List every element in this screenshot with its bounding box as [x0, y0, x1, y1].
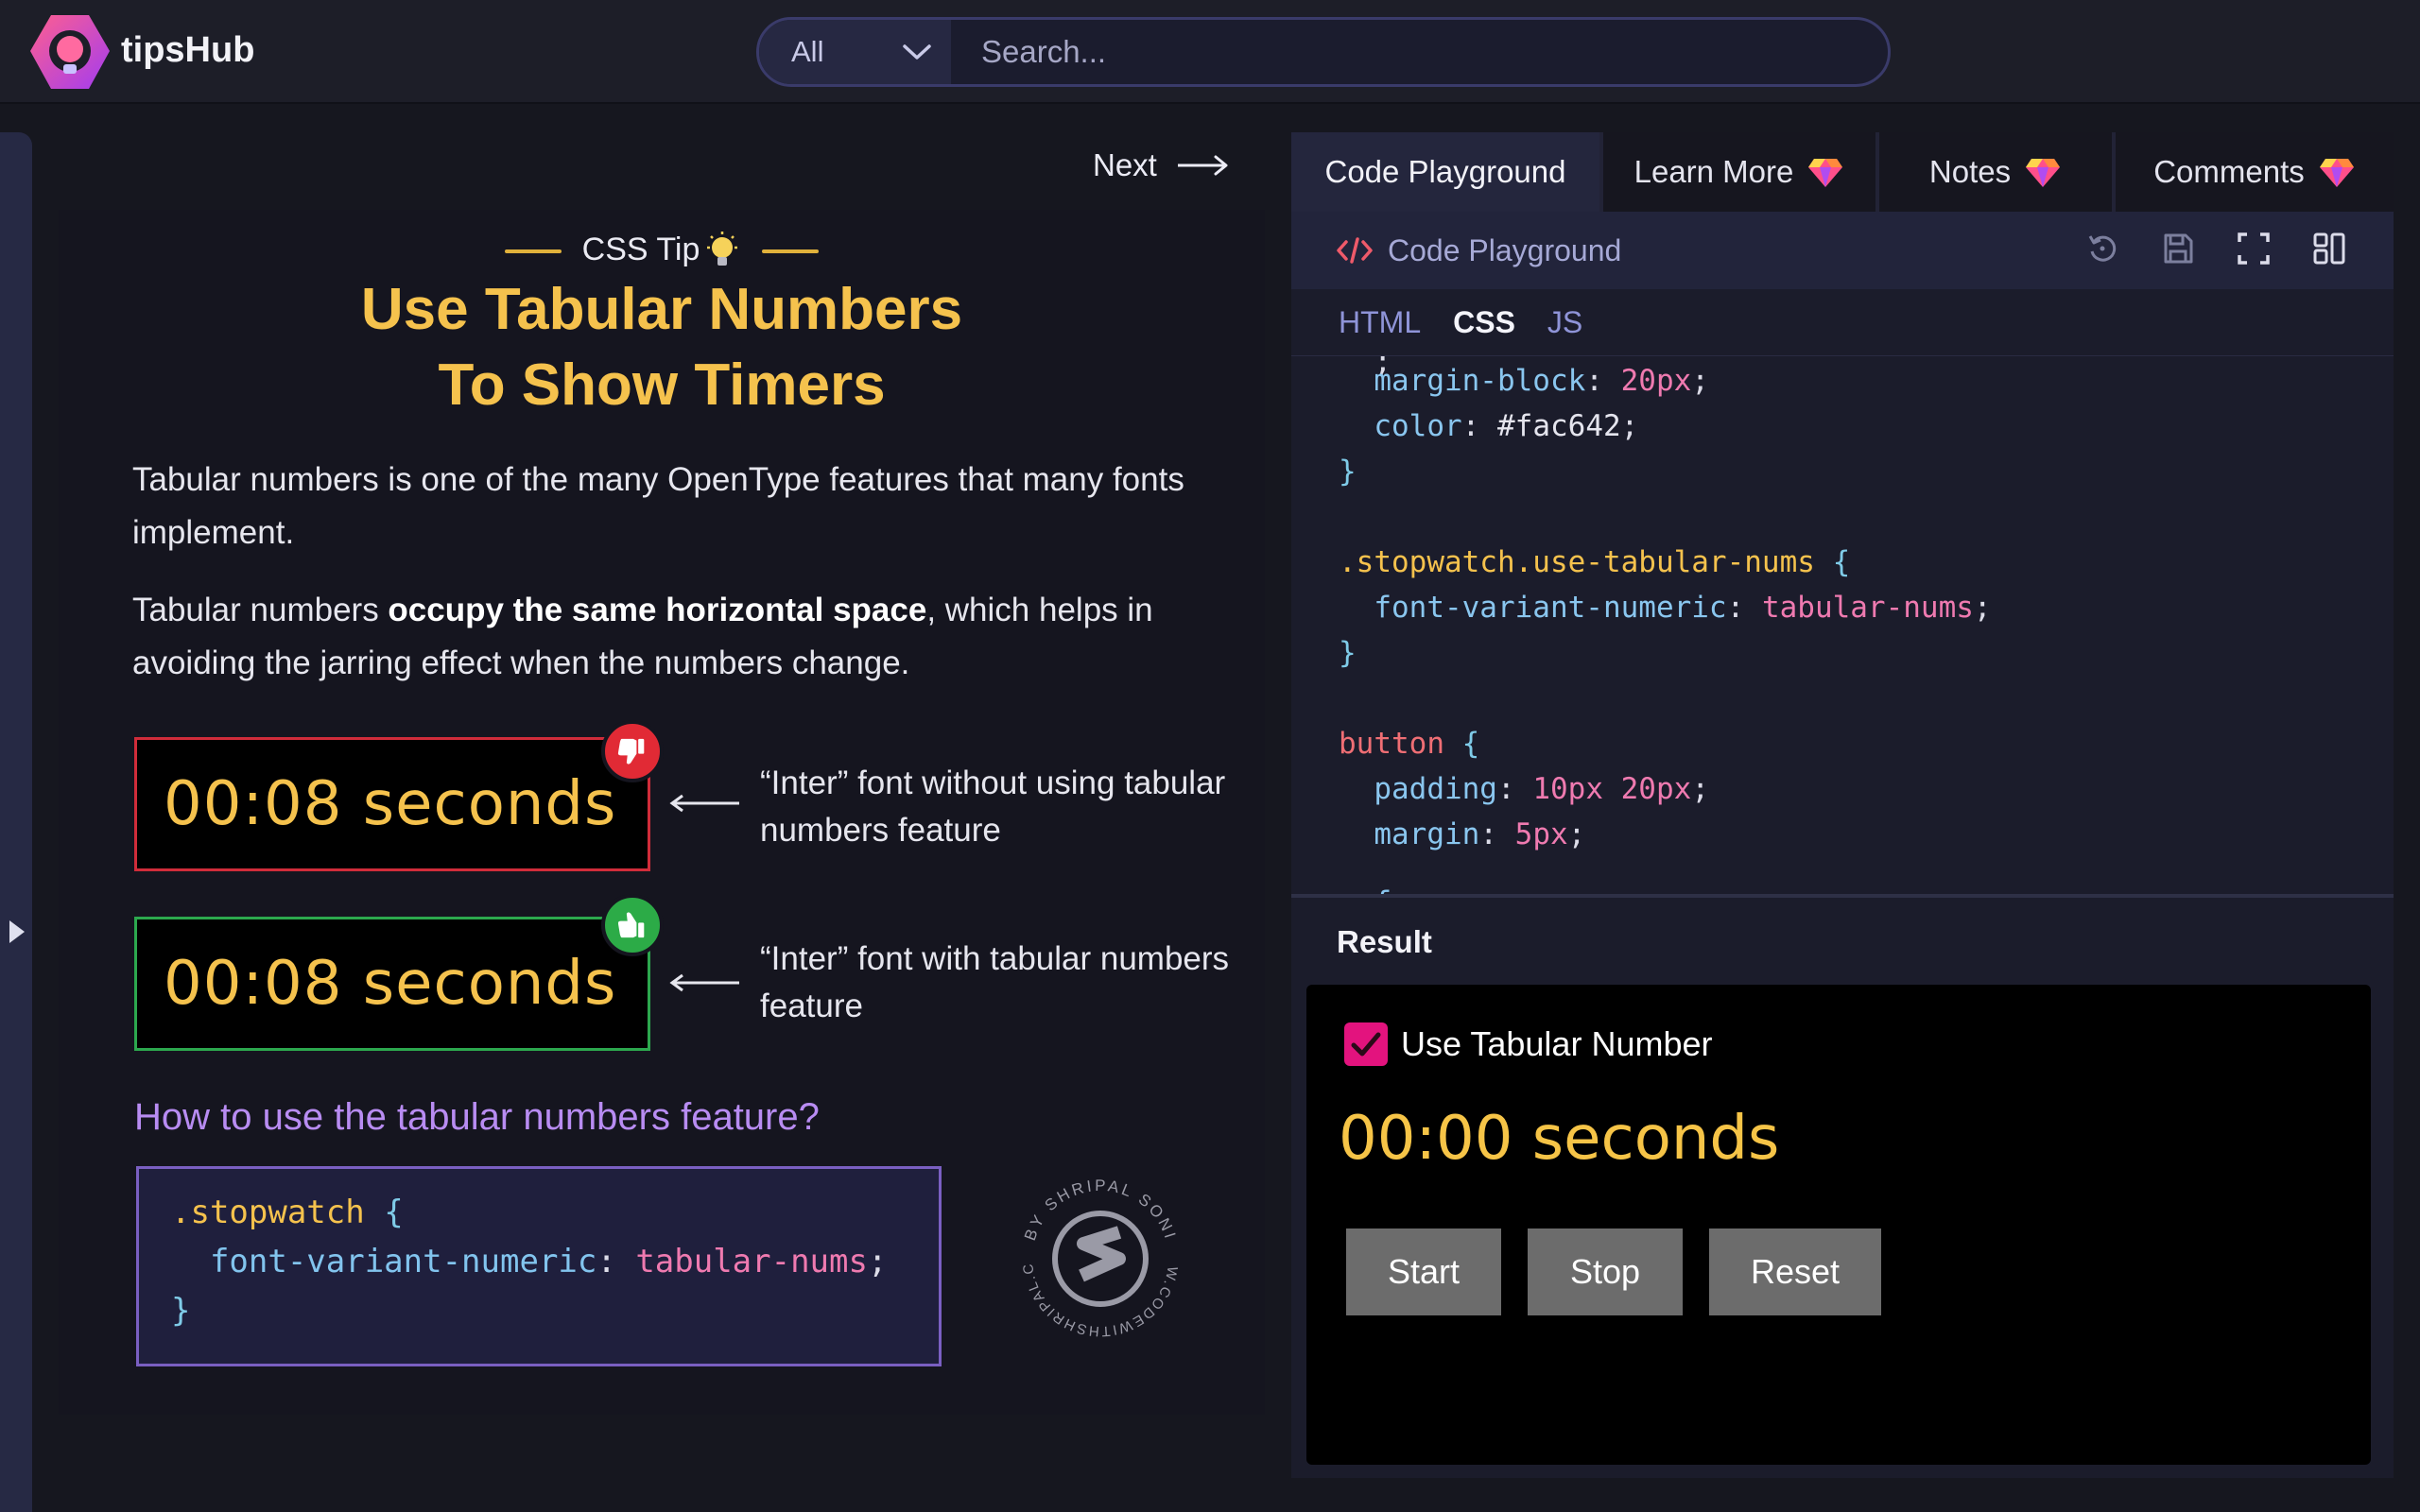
code-line: f	[1339, 880, 1392, 894]
tab-notes[interactable]: Notes	[1879, 132, 2116, 212]
stopwatch-display: 00:00 seconds	[1339, 1104, 1780, 1174]
language-tabs: HTML CSS JS	[1291, 289, 2394, 355]
side-panel: Code Playground Learn More Notes Comment…	[1291, 132, 2394, 1478]
fullscreen-icon[interactable]	[2237, 231, 2271, 266]
panel-tabs: Code Playground Learn More Notes Comment…	[1291, 132, 2394, 212]
code-line: .stopwatch.use-tabular-nums {	[1339, 545, 1851, 579]
code-line: }	[1339, 455, 1357, 489]
lang-tab-html[interactable]: HTML	[1339, 305, 1421, 340]
premium-gem-icon	[1808, 159, 1843, 187]
arrow-left-icon	[669, 794, 739, 813]
lang-tab-js[interactable]: JS	[1547, 305, 1582, 340]
search-category-value: All	[791, 35, 824, 68]
chevron-down-icon	[903, 44, 931, 60]
save-icon[interactable]	[2161, 231, 2195, 266]
next-link[interactable]: Next	[1093, 142, 1229, 189]
tip-paragraph: Tabular numbers is one of the many OpenT…	[132, 461, 1184, 551]
layout-icon[interactable]	[2312, 231, 2346, 266]
emphasis: occupy the same horizontal space	[388, 592, 927, 628]
search-input[interactable]	[951, 20, 1887, 84]
checkbox-label[interactable]: Use Tabular Number	[1401, 1024, 1712, 1064]
code-line: padding: 10px 20px;	[1374, 772, 1709, 806]
start-button[interactable]: Start	[1346, 1228, 1501, 1315]
css-code-editor[interactable]: ; margin-block: 20px; color: #fac642; } …	[1291, 355, 2394, 894]
code-icon	[1337, 237, 1373, 264]
search-category-select[interactable]: All	[759, 20, 951, 84]
top-bar: tipsHub All	[0, 0, 2420, 104]
tab-code-playground[interactable]: Code Playground	[1291, 132, 1603, 212]
brand-name[interactable]: tipsHub	[121, 30, 254, 71]
lang-tab-css[interactable]: CSS	[1453, 305, 1515, 340]
demo-caption: “Inter” font with tabular numbers featur…	[760, 940, 1230, 1024]
editor-result-divider[interactable]	[1291, 894, 2394, 898]
tab-label: Comments	[2153, 154, 2305, 189]
stop-button[interactable]: Stop	[1528, 1228, 1683, 1315]
tab-label: Learn More	[1634, 154, 1794, 189]
checkmark-icon	[1351, 1032, 1381, 1057]
kicker-label: CSS Tip	[581, 231, 700, 267]
tip-title-line: Use Tabular Numbers	[360, 277, 963, 342]
search-bar: All	[756, 17, 1891, 87]
demo-with-tabular: 00:08 seconds	[134, 917, 650, 1051]
demo-caption: “Inter” font without using tabular numbe…	[760, 765, 1226, 849]
howto-heading: How to use the tabular numbers feature?	[134, 1096, 820, 1138]
tabular-toggle-row: Use Tabular Number	[1344, 1022, 1712, 1066]
code-line: margin-block: 20px;	[1374, 364, 1709, 398]
code-line: font-variant-numeric: tabular-nums;	[1374, 591, 1992, 625]
sidebar-rail	[0, 132, 32, 1512]
playground-title: Code Playground	[1388, 232, 1622, 267]
demo-without-tabular: 00:08 seconds	[134, 737, 650, 871]
tab-label: Notes	[1928, 154, 2012, 189]
premium-gem-icon	[2319, 159, 2354, 187]
result-label: Result	[1337, 924, 1432, 959]
tip-paragraph: Tabular numbers occupy the same horizont…	[132, 592, 1153, 681]
premium-gem-icon	[2026, 159, 2061, 187]
author-watermark-seal: BY SHRIPAL SONI WWW.CODEWITHSHRIPAL.COM	[1006, 1164, 1179, 1339]
lightbulb-icon	[707, 232, 738, 266]
tab-learn-more[interactable]: Learn More	[1603, 132, 1879, 212]
code-line: }	[1339, 636, 1357, 670]
playground-toolbar	[2085, 231, 2346, 266]
code-line: color: #fac642;	[1374, 409, 1639, 443]
thumbs-down-icon	[601, 720, 664, 782]
tip-title-line: To Show Timers	[438, 352, 886, 418]
reset-button[interactable]: Reset	[1709, 1228, 1881, 1315]
snippet-line: .stopwatch {	[171, 1194, 404, 1231]
expand-sidebar-icon[interactable]	[4, 913, 28, 951]
reset-icon[interactable]	[2085, 231, 2119, 266]
tabular-number-checkbox[interactable]	[1344, 1022, 1388, 1066]
code-line: button {	[1339, 727, 1480, 761]
tab-label: Code Playground	[1324, 154, 1566, 189]
result-preview: Use Tabular Number 00:00 seconds Start S…	[1306, 985, 2371, 1465]
tipshub-logo-icon[interactable]	[28, 13, 112, 93]
tip-title: Use Tabular Numbers To Show Timers	[59, 272, 1265, 423]
kicker-dash	[762, 249, 820, 253]
tip-card: CSS Tip Use Tabular Numbers To Show Time…	[59, 210, 1265, 1415]
playground-header: Code Playground	[1291, 212, 2394, 289]
thumbs-up-icon	[601, 894, 664, 956]
snippet-line: font-variant-numeric: tabular-nums;	[209, 1243, 888, 1280]
tip-kicker: CSS Tip	[59, 231, 1265, 272]
snippet-line: }	[171, 1292, 191, 1330]
arrow-left-icon	[669, 973, 739, 992]
arrow-right-icon	[1177, 155, 1228, 176]
code-snippet: .stopwatch { font-variant-numeric: tabul…	[136, 1166, 942, 1366]
code-line: margin: 5px;	[1374, 817, 1586, 851]
kicker-dash	[504, 249, 562, 253]
next-label: Next	[1093, 147, 1157, 182]
tab-comments[interactable]: Comments	[2116, 132, 2394, 212]
